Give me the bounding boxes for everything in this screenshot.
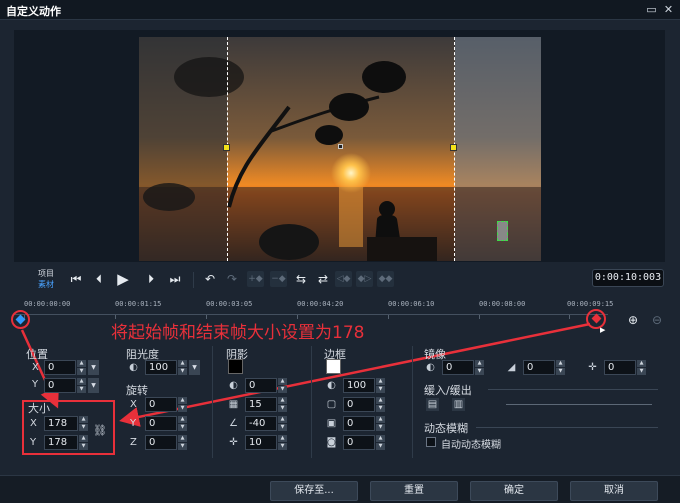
- position-y-label: Y: [32, 379, 39, 390]
- border-width-input[interactable]: 0: [343, 397, 375, 412]
- shadow-opacity-spinner[interactable]: ▲ ▼: [278, 378, 287, 393]
- rotation-x-input[interactable]: 0: [145, 397, 177, 412]
- shadow-distance-input[interactable]: 10: [245, 435, 277, 450]
- ease-slider[interactable]: [506, 404, 652, 405]
- ease-label: 缓入/缓出: [424, 384, 472, 397]
- opacity-icon: ◐: [129, 362, 138, 373]
- mirror-offset-spinner[interactable]: ▲ ▼: [637, 360, 646, 375]
- border-blur-input[interactable]: 0: [343, 435, 375, 450]
- border-width-icon: ▢: [326, 399, 337, 410]
- border-opacity-input[interactable]: 100: [343, 378, 375, 393]
- motion-blur-label: 动态模糊: [424, 422, 468, 435]
- shadow-opacity-icon: ◐: [229, 380, 238, 391]
- shadow-color-swatch[interactable]: [228, 359, 243, 374]
- save-as-button[interactable]: 保存至...: [270, 481, 358, 501]
- border-corner-input[interactable]: 0: [343, 416, 375, 431]
- shadow-blur-spinner[interactable]: ▲ ▼: [278, 397, 287, 412]
- ease-in-icon[interactable]: ▤: [426, 398, 439, 411]
- mirror-opacity-icon: ◐: [426, 362, 435, 373]
- shadow-distance-icon: ✛: [229, 437, 238, 448]
- position-y-input[interactable]: 0: [44, 378, 76, 393]
- rotation-x-spinner[interactable]: ▲ ▼: [178, 397, 187, 412]
- rotation-label: 旋转: [126, 384, 148, 397]
- auto-motion-blur-checkbox[interactable]: [426, 437, 436, 447]
- auto-motion-blur-label: 自动动态模糊: [441, 440, 501, 451]
- rotation-y-spinner[interactable]: ▲ ▼: [178, 416, 187, 431]
- position-x-input[interactable]: 0: [44, 360, 76, 375]
- border-corner-icon: ▣: [326, 418, 337, 429]
- rotation-z-spinner[interactable]: ▲ ▼: [178, 435, 187, 450]
- rotation-z-label: Z: [130, 437, 137, 448]
- position-y-dropdown[interactable]: ▼: [88, 378, 99, 393]
- position-x-label: X: [32, 362, 39, 373]
- border-color-swatch[interactable]: [326, 359, 341, 374]
- shadow-angle-icon: ∠: [229, 418, 238, 429]
- opacity-input[interactable]: 100: [145, 360, 177, 375]
- position-x-dropdown[interactable]: ▼: [88, 360, 99, 375]
- border-opacity-spinner[interactable]: ▲ ▼: [376, 378, 385, 393]
- mirror-offset-icon: ✛: [588, 362, 597, 373]
- shadow-blur-icon: ▦: [228, 399, 239, 410]
- rotation-y-input[interactable]: 0: [145, 416, 177, 431]
- parameter-panels: 位置 X 0 ▲ ▼ ▼ Y 0 ▲ ▼ ▼ 大小 X 178 ▲ ▼ Y 178 ▲…: [14, 342, 666, 472]
- motion-blur-divider: [476, 427, 658, 428]
- border-blur-spinner[interactable]: ▲ ▼: [376, 435, 385, 450]
- border-opacity-icon: ◐: [327, 380, 336, 391]
- cancel-button[interactable]: 取消: [570, 481, 658, 501]
- ease-out-icon[interactable]: ▥: [452, 398, 465, 411]
- mirror-opacity-input[interactable]: 0: [442, 360, 474, 375]
- rotation-y-label: Y: [130, 418, 137, 429]
- shadow-opacity-input[interactable]: 0: [245, 378, 277, 393]
- shadow-blur-input[interactable]: 15: [245, 397, 277, 412]
- rotation-x-label: X: [130, 399, 137, 410]
- opacity-dropdown[interactable]: ▼: [189, 360, 200, 375]
- shadow-distance-spinner[interactable]: ▲ ▼: [278, 435, 287, 450]
- border-blur-icon: ◙: [326, 437, 337, 448]
- shadow-angle-input[interactable]: -40: [245, 416, 277, 431]
- reset-button[interactable]: 重置: [370, 481, 458, 501]
- border-corner-spinner[interactable]: ▲ ▼: [376, 416, 385, 431]
- mirror-fade-spinner[interactable]: ▲ ▼: [556, 360, 565, 375]
- opacity-spinner[interactable]: ▲ ▼: [178, 360, 187, 375]
- position-y-spinner[interactable]: ▲ ▼: [77, 378, 86, 393]
- ease-divider: [488, 389, 658, 390]
- mirror-fade-icon: ◢: [507, 362, 516, 373]
- border-width-spinner[interactable]: ▲ ▼: [376, 397, 385, 412]
- mirror-offset-input[interactable]: 0: [604, 360, 636, 375]
- mirror-fade-input[interactable]: 0: [523, 360, 555, 375]
- mirror-opacity-spinner[interactable]: ▲ ▼: [475, 360, 484, 375]
- rotation-z-input[interactable]: 0: [145, 435, 177, 450]
- position-x-spinner[interactable]: ▲ ▼: [77, 360, 86, 375]
- ok-button[interactable]: 确定: [470, 481, 558, 501]
- footer-bar: 保存至... 重置 确定 取消: [0, 475, 680, 503]
- shadow-angle-spinner[interactable]: ▲ ▼: [278, 416, 287, 431]
- size-highlight-box: [22, 400, 115, 455]
